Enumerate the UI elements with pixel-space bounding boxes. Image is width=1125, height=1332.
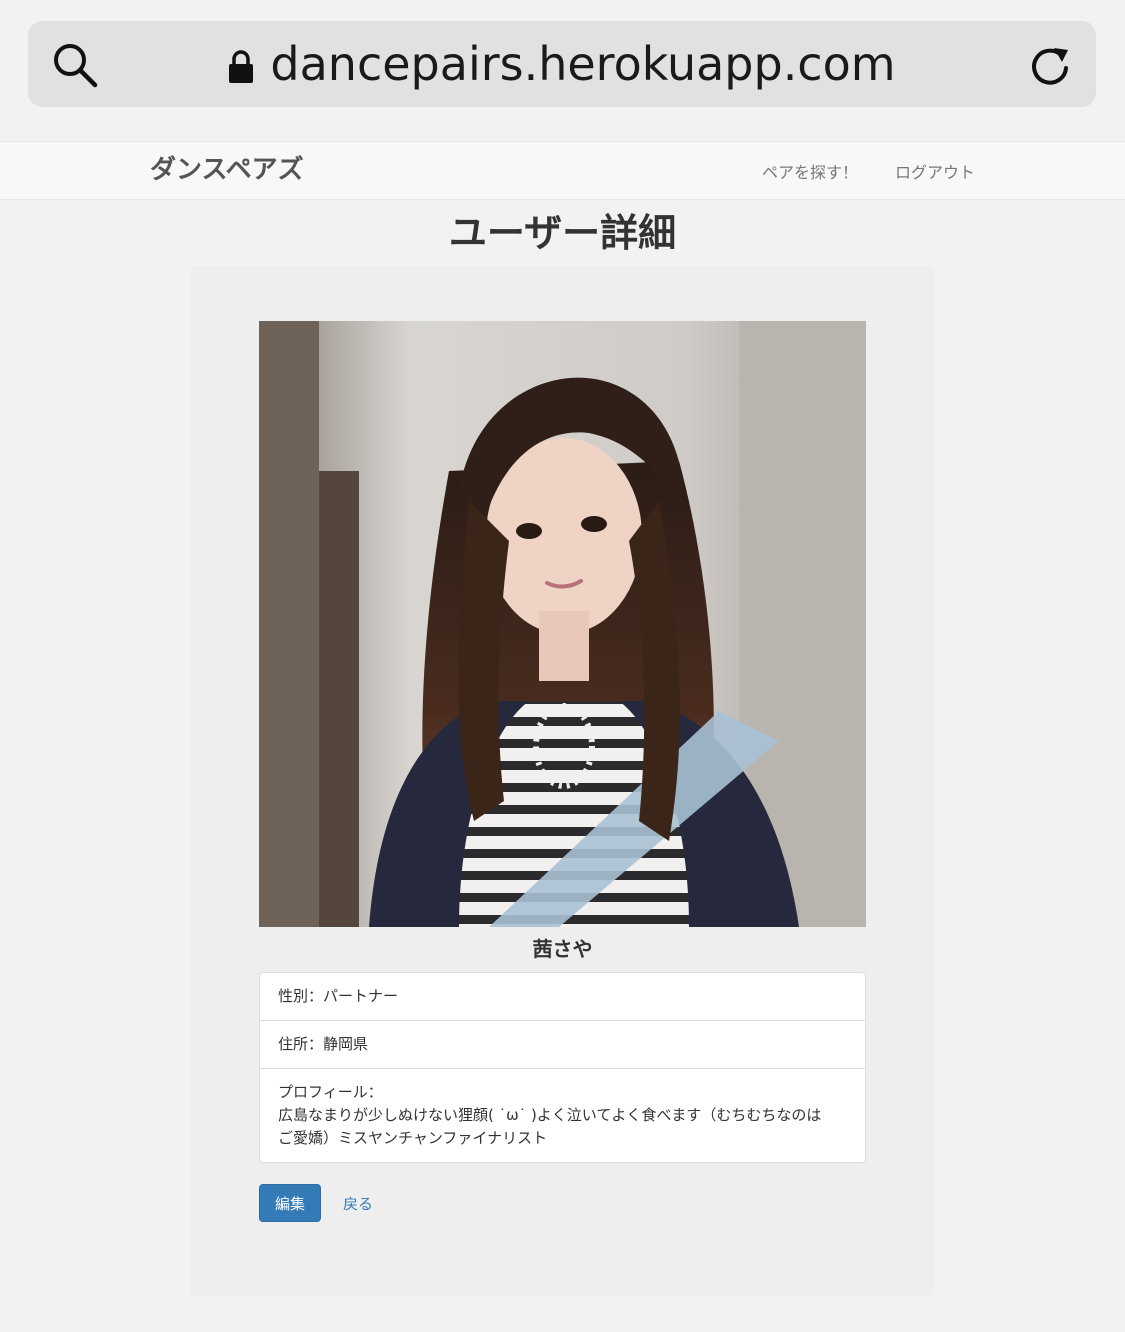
profile-text-line1: 広島なまりが少しぬけない狸顔( ˙ω˙ )よく泣いてよく食べます（むちむちなのは (278, 1106, 822, 1124)
edit-button[interactable]: 編集 (259, 1184, 321, 1222)
back-link[interactable]: 戻る (343, 1193, 373, 1214)
user-photo (259, 321, 866, 927)
user-name: 茜さや (532, 937, 593, 961)
brand-logo[interactable]: ダンスペアズ (150, 142, 304, 199)
nav-link-logout[interactable]: ログアウト (895, 159, 975, 183)
page-title: ユーザー詳細 (448, 211, 677, 255)
site-navbar: ダンスペアズ ペアを探す！ ログアウト (0, 141, 1125, 200)
reload-icon[interactable] (1024, 40, 1074, 90)
url-text: dancepairs.herokuapp.com (270, 37, 896, 91)
browser-chrome: dancepairs.herokuapp.com (0, 0, 1125, 141)
address-row: 住所：静岡県 (260, 1021, 865, 1069)
nav-links: ペアを探す！ ログアウト (762, 142, 975, 199)
user-detail-card: 茜さや 性別：パートナー 住所：静岡県 プロフィール： 広島なまりが少しぬけない… (190, 266, 935, 1296)
profile-label: プロフィール： (278, 1083, 383, 1101)
nav-link-find-pair[interactable]: ペアを探す！ (762, 159, 858, 183)
url-display[interactable]: dancepairs.herokuapp.com (28, 21, 1096, 107)
profile-row: プロフィール： 広島なまりが少しぬけない狸顔( ˙ω˙ )よく泣いてよく食べます… (260, 1069, 865, 1162)
lock-icon (229, 50, 254, 83)
user-info-list: 性別：パートナー 住所：静岡県 プロフィール： 広島なまりが少しぬけない狸顔( … (259, 972, 866, 1163)
profile-text-line2: ご愛嬌）ミスヤンチャンファイナリスト (278, 1129, 548, 1147)
url-bar[interactable]: dancepairs.herokuapp.com (28, 21, 1096, 107)
action-bar: 編集 戻る (259, 1184, 373, 1222)
user-photo-illustration (259, 321, 866, 927)
gender-row: 性別：パートナー (260, 973, 865, 1021)
